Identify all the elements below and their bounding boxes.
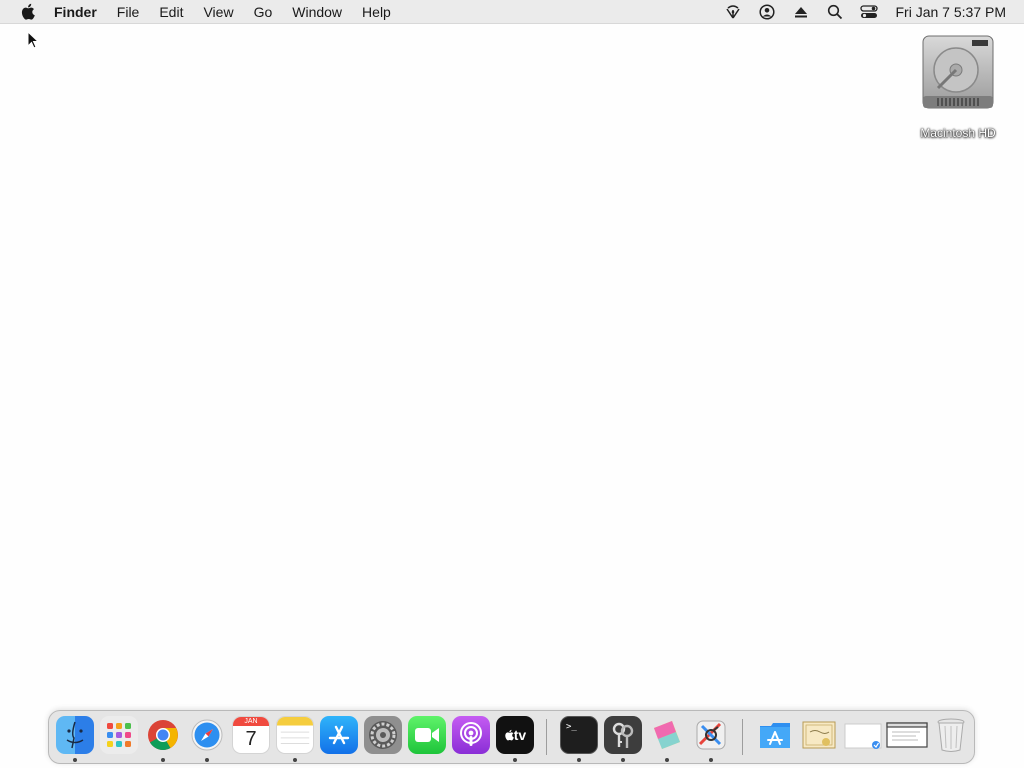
running-indicator [161, 758, 165, 762]
dock-terminal[interactable]: >_ [560, 716, 598, 754]
dock-tv[interactable]: tv [496, 716, 534, 754]
system-information-icon [696, 720, 726, 750]
dock-facetime[interactable] [408, 716, 446, 754]
facetime-icon [415, 728, 439, 742]
dock-calendar[interactable]: JAN 7 [232, 716, 270, 754]
running-indicator [513, 758, 517, 762]
applications-folder-icon [760, 723, 790, 748]
eject-icon[interactable] [792, 3, 810, 21]
apple-logo-icon[interactable] [19, 3, 35, 20]
dock-separator [546, 719, 547, 755]
macintosh-hd-desktop-icon[interactable]: Macintosh HD [908, 34, 1008, 140]
podcasts-icon [460, 722, 482, 746]
dock-launchpad[interactable] [100, 716, 138, 754]
app-store-icon [328, 725, 350, 745]
spotlight-search-icon[interactable] [826, 3, 844, 21]
window-screenshot-icon [886, 722, 928, 748]
trash-icon [937, 718, 965, 752]
dock-document[interactable] [844, 716, 884, 754]
running-indicator [577, 758, 581, 762]
dock-chrome[interactable] [144, 716, 182, 754]
dock-system-information[interactable] [692, 716, 730, 754]
system-preferences-icon [369, 721, 397, 749]
running-indicator [293, 758, 297, 762]
mouse-cursor-icon [27, 30, 40, 54]
disk-label: Macintosh HD [920, 126, 996, 140]
dock-keychain-access[interactable] [604, 716, 642, 754]
launchpad-icon [107, 723, 131, 747]
dock-certificate[interactable] [800, 716, 838, 754]
running-indicator [621, 758, 625, 762]
safari-icon [191, 719, 223, 751]
dock-trash[interactable] [932, 716, 970, 754]
menu-go[interactable]: Go [244, 0, 283, 24]
notes-icon [277, 717, 313, 744]
colorsync-icon [654, 721, 680, 749]
menu-bar-clock[interactable]: Fri Jan 7 5:37 PM [896, 4, 1007, 20]
running-indicator [665, 758, 669, 762]
dock-separator [742, 719, 743, 755]
menu-help[interactable]: Help [352, 0, 401, 24]
control-center-icon[interactable] [859, 3, 878, 21]
apple-tv-label: tv [513, 727, 527, 743]
keychain-access-icon [612, 722, 634, 748]
menu-view[interactable]: View [193, 0, 243, 24]
dock-podcasts[interactable] [452, 716, 490, 754]
running-indicator [709, 758, 713, 762]
chrome-icon [148, 720, 178, 751]
menu-bar: Finder File Edit View Go Window Help Fri… [0, 0, 1024, 24]
finder-icon [66, 721, 84, 749]
menu-file[interactable]: File [107, 0, 150, 24]
dock-notes[interactable] [276, 716, 314, 754]
calendar-day: 7 [245, 728, 257, 750]
calendar-month: JAN [233, 717, 269, 726]
desktop[interactable]: Finder File Edit View Go Window Help Fri… [0, 0, 1024, 768]
wifi-icon[interactable] [724, 3, 742, 21]
hard-drive-icon [920, 34, 996, 112]
running-indicator [73, 758, 77, 762]
certificate-document-icon [802, 721, 836, 749]
dock-finder[interactable] [56, 716, 94, 754]
dock-app-store[interactable] [320, 716, 358, 754]
menu-window[interactable]: Window [282, 0, 352, 24]
document-icon [844, 723, 882, 749]
dock-colorsync-utility[interactable] [648, 716, 686, 754]
dock-window[interactable] [886, 716, 928, 754]
dock-applications-folder[interactable] [756, 716, 794, 754]
terminal-icon: >_ [566, 722, 577, 732]
dock-system-preferences[interactable] [364, 716, 402, 754]
user-icon[interactable] [758, 3, 776, 21]
dock: JAN 7 tv >_ [48, 710, 975, 764]
apple-logo-icon [505, 729, 514, 741]
menu-edit[interactable]: Edit [149, 0, 193, 24]
menu-finder[interactable]: Finder [52, 0, 107, 24]
running-indicator [205, 758, 209, 762]
dock-safari[interactable] [188, 716, 226, 754]
